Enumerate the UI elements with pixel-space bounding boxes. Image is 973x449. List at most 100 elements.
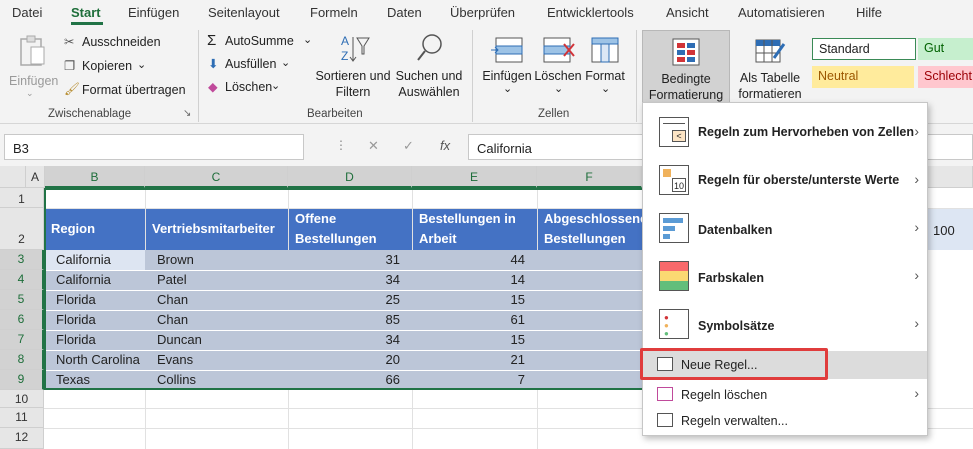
row-header-3[interactable]: 3 <box>0 250 44 270</box>
menu-item-label: Datenbalken <box>698 223 773 237</box>
row-header-12[interactable]: 12 <box>0 428 44 449</box>
format-painter-button[interactable]: 🖌 Format übertragen <box>64 82 189 100</box>
tab-daten[interactable]: Daten <box>387 5 422 20</box>
style-neutral[interactable]: Neutral <box>812 66 914 88</box>
sort-filter-button[interactable]: AZ Sortieren und Filtern <box>314 32 392 102</box>
conditional-formatting-button[interactable]: Bedingte Formatierung <box>642 30 730 104</box>
select-all-corner[interactable] <box>0 166 26 188</box>
tab-hilfe[interactable]: Hilfe <box>856 5 882 20</box>
tab-start[interactable]: Start <box>71 5 101 20</box>
chevron-right-icon: › <box>914 123 919 139</box>
menu-item-top-bottom-rules[interactable]: 10 Regeln für oberste/unterste Werte › <box>643 161 927 201</box>
row-header-4[interactable]: 4 <box>0 270 44 290</box>
selection-border <box>44 188 643 390</box>
style-standard[interactable]: Standard <box>812 38 916 60</box>
manage-rules-label: Regeln verwalten... <box>681 414 789 428</box>
row-header-5[interactable]: 5 <box>0 290 44 310</box>
row-header-1[interactable]: 1 <box>0 188 44 208</box>
cut-label: Ausschneiden <box>82 35 161 49</box>
delete-cells-icon <box>543 37 575 63</box>
delete-cells-button[interactable]: Löschen ⌄ <box>534 32 582 102</box>
menu-item-label: Symbolsätze <box>698 319 775 333</box>
paste-chevron-icon: ⌄ <box>26 88 34 98</box>
format-painter-label: Format übertragen <box>82 83 186 97</box>
eraser-icon: ◆ <box>208 80 218 94</box>
row-header-9[interactable]: 9 <box>0 370 44 390</box>
chevron-right-icon: › <box>914 171 919 187</box>
column-header-b[interactable]: B <box>45 166 145 188</box>
style-good[interactable]: Gut <box>918 38 973 60</box>
column-header[interactable] <box>928 166 973 188</box>
row-header-7[interactable]: 7 <box>0 330 44 350</box>
menu-item-label: Regeln für oberste/unterste Werte <box>698 173 900 187</box>
clipboard-launcher-icon[interactable]: ↘ <box>183 108 191 119</box>
confirm-icon[interactable]: ✓ <box>403 138 414 154</box>
menu-item-label: Farbskalen <box>698 271 765 285</box>
paste-button[interactable]: Einfügen ⌄ <box>6 32 59 98</box>
svg-text:Z: Z <box>341 49 348 63</box>
column-header-d[interactable]: D <box>288 166 412 188</box>
fill-button[interactable]: ⬇ Ausfüllen ⌄ <box>207 56 307 74</box>
clear-chevron-icon: ⌄ <box>271 80 281 92</box>
autosum-chevron-icon: ⌄ <box>303 34 313 46</box>
data-bars-icon <box>659 213 689 243</box>
more-options-icon[interactable]: ⋮ <box>335 138 347 152</box>
name-box[interactable]: B3 <box>4 134 304 160</box>
function-icon[interactable]: fx <box>440 138 450 153</box>
tab-formeln[interactable]: Formeln <box>310 5 358 20</box>
column-header-e[interactable]: E <box>412 166 537 188</box>
tab-ueberpruefen[interactable]: Überprüfen <box>450 5 515 20</box>
row-header-2[interactable]: 2 <box>0 208 44 250</box>
copy-label: Kopieren <box>82 59 133 73</box>
row-header-6[interactable]: 6 <box>0 310 44 330</box>
delete-chevron-icon: ⌄ <box>554 83 564 95</box>
menu-item-highlight-rules[interactable]: < Regeln zum Hervorheben von Zellen › <box>643 113 927 153</box>
cancel-icon[interactable]: ✕ <box>368 138 379 154</box>
insert-cells-button[interactable]: Einfügen ⌄ <box>480 32 534 102</box>
paste-label: Einfügen <box>9 74 59 88</box>
chevron-right-icon: › <box>914 385 919 401</box>
style-bad[interactable]: Schlecht <box>918 66 973 88</box>
manage-rules-icon <box>657 413 673 427</box>
sigma-icon: Σ <box>207 32 217 49</box>
column-header-a[interactable]: A <box>26 166 45 188</box>
side-cell[interactable]: 100 <box>928 209 973 250</box>
find-select-button[interactable]: Suchen und Auswählen <box>393 32 465 102</box>
clear-button[interactable]: ◆ Löschen ⌄ <box>207 79 307 97</box>
column-header-c[interactable]: C <box>145 166 288 188</box>
cut-button[interactable]: ✂ Ausschneiden <box>64 34 174 52</box>
tab-automatisieren[interactable]: Automatisieren <box>738 5 825 20</box>
scissors-icon: ✂ <box>64 35 75 49</box>
format-as-table-icon <box>755 39 786 63</box>
tab-ansicht[interactable]: Ansicht <box>666 5 709 20</box>
conditional-formatting-menu: < Regeln zum Hervorheben von Zellen › 10… <box>642 102 928 436</box>
menu-item-clear-rules[interactable]: Regeln löschen › <box>643 383 927 407</box>
format-as-table-button[interactable]: Als Tabelle formatieren <box>732 32 808 102</box>
menu-item-icon-sets[interactable]: ● ● ● Symbolsätze › <box>643 305 927 345</box>
chevron-right-icon: › <box>914 315 919 331</box>
menu-item-data-bars[interactable]: Datenbalken › <box>643 209 927 249</box>
row-header-11[interactable]: 11 <box>0 408 44 428</box>
row-header-8[interactable]: 8 <box>0 350 44 370</box>
row-header-10[interactable]: 10 <box>0 390 44 408</box>
magnifier-icon <box>417 34 442 61</box>
format-as-table-label: Als Tabelle formatieren <box>738 71 802 101</box>
tab-seitenlayout[interactable]: Seitenlayout <box>208 5 280 20</box>
clear-rules-label: Regeln löschen <box>681 388 768 402</box>
format-cells-button[interactable]: Format ⌄ <box>582 32 628 102</box>
tab-einfuegen[interactable]: Einfügen <box>128 5 179 20</box>
tab-datei[interactable]: Datei <box>12 5 42 20</box>
menu-item-color-scales[interactable]: Farbskalen › <box>643 257 927 297</box>
sort-filter-icon: AZ <box>341 34 370 63</box>
insert-cells-icon <box>491 37 523 63</box>
fill-label: Ausfüllen <box>225 57 277 71</box>
copy-button[interactable]: ❐ Kopieren ⌄ <box>64 58 174 76</box>
svg-text:A: A <box>341 34 349 48</box>
tab-entwicklertools[interactable]: Entwicklertools <box>547 5 634 20</box>
column-header-f[interactable]: F <box>537 166 642 188</box>
clipboard-group-label: Zwischenablage <box>48 108 132 120</box>
format-chevron-icon: ⌄ <box>601 83 611 95</box>
menu-item-manage-rules[interactable]: Regeln verwalten... <box>643 409 927 433</box>
autosum-button[interactable]: Σ AutoSumme ⌄ <box>207 32 317 51</box>
side-value: 100 <box>933 223 955 238</box>
